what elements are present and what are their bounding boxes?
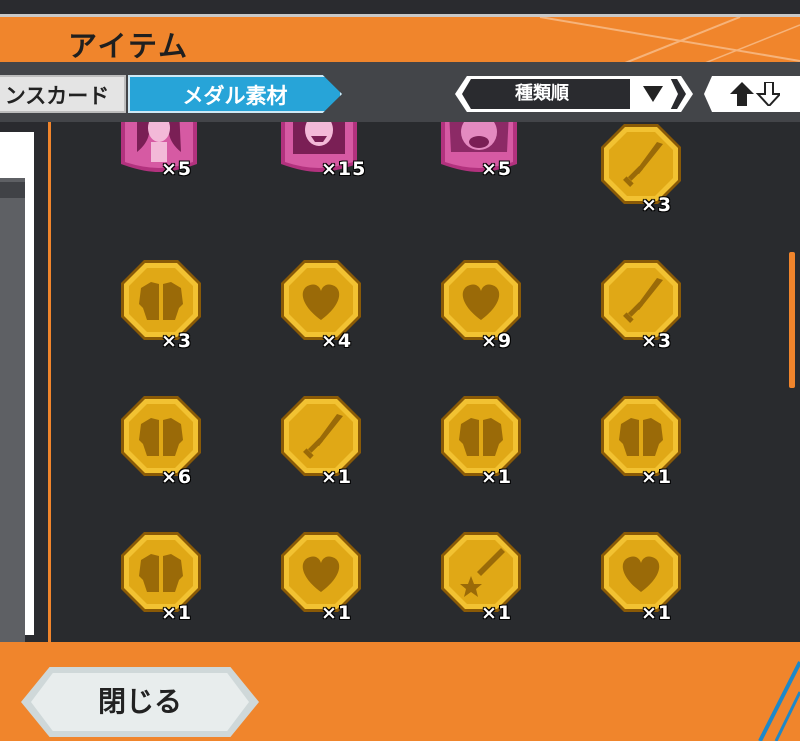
sort-label: 種類順 xyxy=(515,83,569,104)
item-count: ×1 xyxy=(321,466,353,488)
item-slot[interactable]: ×5 xyxy=(411,122,521,218)
top-strip xyxy=(0,0,800,14)
item-count: ×4 xyxy=(321,330,353,352)
item-slot[interactable]: ×3 xyxy=(571,244,681,354)
chevron-down-icon xyxy=(643,86,663,102)
item-slot[interactable]: ×15 xyxy=(251,122,365,218)
item-slot[interactable]: ×4 xyxy=(251,244,361,354)
item-count: ×3 xyxy=(641,330,673,352)
corner-decoration xyxy=(758,661,800,741)
item-count: ×1 xyxy=(481,466,513,488)
item-count: ×1 xyxy=(321,602,353,624)
item-count: ×3 xyxy=(641,194,673,216)
sort-dropdown[interactable]: 種類順 xyxy=(455,76,693,112)
tab-cards[interactable]: ンスカード xyxy=(0,75,126,113)
item-slot[interactable]: ×1 xyxy=(411,380,521,490)
item-slot[interactable]: ×1 xyxy=(411,516,521,626)
tab-medal-materials[interactable]: メダル素材 xyxy=(128,75,342,113)
item-grid[interactable]: ×5 ×15 ×5 ×3 ×3 ×4 ×9 ×3 ×6 ×1 ×1 ×1 ×1 ×1 ×1 ×1 xyxy=(51,122,800,642)
header: アイテム xyxy=(0,14,800,62)
header-decoration xyxy=(539,17,800,62)
item-count: ×1 xyxy=(161,602,193,624)
item-slot[interactable]: ×1 xyxy=(571,380,681,490)
item-slot[interactable]: ×6 xyxy=(91,380,201,490)
item-slot[interactable]: ×1 xyxy=(251,380,361,490)
item-slot[interactable]: ×1 xyxy=(91,516,201,626)
page-title: アイテム xyxy=(68,29,190,62)
sort-order-toggle[interactable] xyxy=(704,76,800,112)
close-button[interactable]: 閉じる xyxy=(21,667,259,737)
close-button-label: 閉じる xyxy=(31,673,249,731)
item-slot[interactable]: ×1 xyxy=(571,516,681,626)
item-count: ×3 xyxy=(161,330,193,352)
side-panel xyxy=(0,122,48,658)
item-slot[interactable]: ×3 xyxy=(91,244,201,354)
item-count: ×5 xyxy=(161,158,193,180)
item-slot[interactable]: ×5 xyxy=(91,122,201,218)
item-count: ×5 xyxy=(481,158,513,180)
item-slot[interactable]: ×1 xyxy=(251,516,361,626)
item-count: ×9 xyxy=(481,330,513,352)
item-slot[interactable]: ×9 xyxy=(411,244,521,354)
item-count: ×15 xyxy=(321,158,367,180)
item-count: ×1 xyxy=(641,466,673,488)
scrollbar-thumb[interactable] xyxy=(789,252,795,388)
item-slot[interactable]: ×3 xyxy=(571,122,681,218)
item-count: ×6 xyxy=(161,466,193,488)
item-count: ×1 xyxy=(481,602,513,624)
item-count: ×1 xyxy=(641,602,673,624)
tab-bar: ンスカード メダル素材 種類順 xyxy=(0,62,800,122)
sort-order-arrows-icon xyxy=(730,82,780,106)
